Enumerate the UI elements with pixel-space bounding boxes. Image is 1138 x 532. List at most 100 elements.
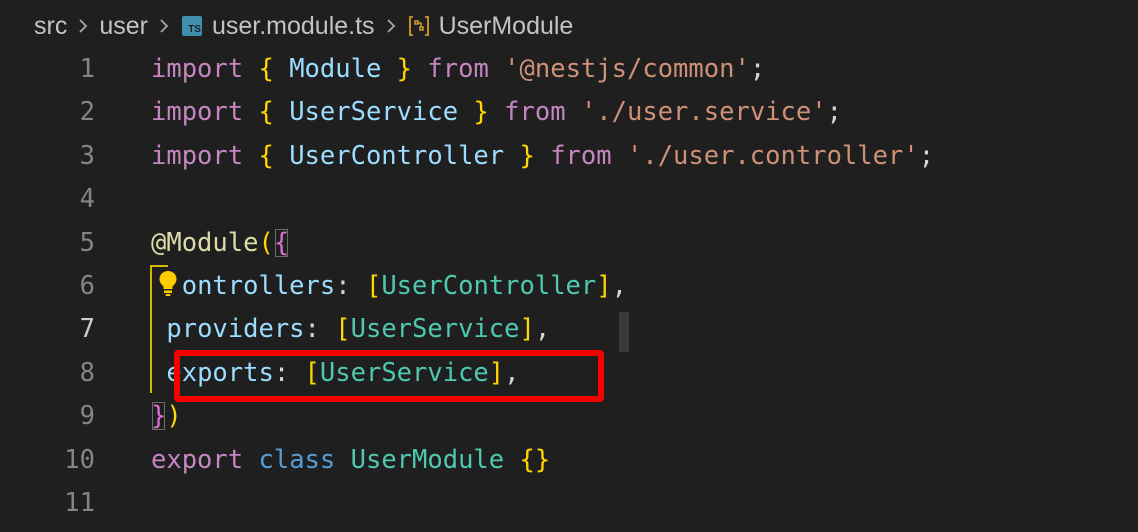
code-token: Module bbox=[273, 54, 397, 84]
code-token: class bbox=[258, 444, 336, 475]
code-token: './user.service' bbox=[580, 97, 827, 128]
code-token: from bbox=[550, 140, 612, 171]
module-symbol-icon bbox=[408, 16, 429, 36]
line-code[interactable]: import { UserController } from './user.c… bbox=[151, 135, 934, 178]
line-number: 10 bbox=[64, 444, 95, 475]
code-line[interactable]: 1 import { Module } from '@nestjs/common'… bbox=[0, 48, 1138, 91]
code-token: UserController bbox=[273, 140, 520, 171]
code-line[interactable]: 5 @Module({ bbox=[0, 222, 1138, 265]
line-number: 5 bbox=[79, 227, 95, 258]
code-token: , bbox=[534, 314, 551, 345]
code-line[interactable]: 4 bbox=[0, 178, 1138, 221]
breadcrumb-item-file[interactable]: TS user.module.ts bbox=[180, 12, 375, 41]
code-token: UserModule bbox=[350, 444, 505, 475]
code-line[interactable]: 10 export class UserModule {} bbox=[0, 439, 1138, 482]
line-number: 3 bbox=[79, 140, 95, 171]
line-number: 1 bbox=[79, 54, 95, 84]
code-token: [ bbox=[365, 271, 382, 301]
code-editor[interactable]: src user TS user.module.ts UserModule 1 … bbox=[0, 0, 1138, 532]
code-token: providers bbox=[166, 314, 305, 345]
code-token: ] bbox=[519, 314, 535, 345]
line-number: 7 bbox=[79, 314, 95, 345]
code-token: { bbox=[258, 54, 274, 84]
breadcrumb-item-src[interactable]: src bbox=[34, 12, 67, 41]
code-token: @Module bbox=[151, 227, 259, 258]
breadcrumb-label: user.module.ts bbox=[211, 11, 375, 40]
code-token: './user.controller' bbox=[626, 140, 919, 171]
breadcrumb-label: UserModule bbox=[438, 11, 574, 40]
line-number: 11 bbox=[64, 488, 95, 518]
breadcrumb-label: src bbox=[34, 11, 68, 40]
breadcrumb-item-symbol[interactable]: UserModule bbox=[407, 11, 574, 41]
code-token: from bbox=[427, 54, 489, 84]
code-token: [ bbox=[335, 314, 351, 345]
code-token: controllers bbox=[166, 271, 336, 301]
code-token: ) bbox=[166, 401, 182, 432]
chevron-right-icon bbox=[160, 19, 169, 33]
line-number: 2 bbox=[79, 97, 95, 128]
code-token: } bbox=[151, 401, 167, 432]
text-cursor bbox=[619, 312, 629, 352]
code-token: UserService bbox=[350, 314, 520, 345]
line-number: 9 bbox=[79, 401, 95, 432]
annotation-highlight-box bbox=[174, 350, 604, 402]
code-line[interactable]: 3 import { UserController } from './user.… bbox=[0, 135, 1138, 178]
line-code[interactable]: @Module({ bbox=[151, 222, 289, 265]
code-token: import bbox=[151, 97, 244, 128]
code-token: { bbox=[258, 97, 274, 128]
code-token: ; bbox=[826, 97, 842, 128]
bracket-pair-guide bbox=[150, 265, 152, 393]
code-token: ] bbox=[596, 271, 612, 301]
breadcrumb-item-user[interactable]: user bbox=[99, 12, 148, 41]
code-token: ( bbox=[258, 227, 274, 258]
typescript-icon-label: TS bbox=[188, 24, 201, 35]
code-token: : bbox=[304, 314, 336, 345]
code-token: ; bbox=[918, 140, 935, 171]
code-line[interactable]: 11 bbox=[0, 482, 1138, 525]
code-token: import bbox=[151, 54, 244, 84]
line-code[interactable]: providers: [UserService], bbox=[151, 308, 550, 351]
code-token: from bbox=[504, 97, 566, 128]
line-code[interactable]: controllers: [UserController], bbox=[151, 265, 627, 308]
bracket-pair-guide-top bbox=[150, 265, 168, 267]
chevron-right-icon bbox=[79, 19, 88, 33]
breadcrumb: src user TS user.module.ts UserModule bbox=[34, 6, 573, 46]
code-token: import bbox=[151, 140, 244, 171]
line-number: 4 bbox=[79, 184, 95, 215]
code-token: {} bbox=[519, 444, 551, 475]
code-token: { bbox=[273, 227, 290, 258]
code-token: UserService bbox=[273, 97, 474, 128]
line-code[interactable]: import { Module } from '@nestjs/common'; bbox=[151, 48, 765, 91]
chevron-right-icon bbox=[386, 19, 395, 33]
code-token: '@nestjs/common' bbox=[504, 54, 750, 84]
lightbulb-icon[interactable] bbox=[155, 268, 181, 298]
line-code[interactable]: export class UserModule {} bbox=[151, 439, 550, 482]
code-token: ; bbox=[749, 54, 766, 84]
code-line[interactable]: 7 providers: [UserService], bbox=[0, 308, 1138, 351]
code-token: : bbox=[335, 271, 366, 301]
line-number: 8 bbox=[79, 357, 95, 388]
line-code[interactable]: import { UserService } from './user.serv… bbox=[151, 91, 842, 134]
code-token: } bbox=[396, 54, 413, 84]
code-token: { bbox=[258, 140, 274, 171]
code-token: , bbox=[611, 271, 627, 301]
code-token: UserController bbox=[381, 271, 597, 301]
code-line[interactable]: 2 import { UserService } from './user.ser… bbox=[0, 91, 1138, 134]
breadcrumb-label: user bbox=[99, 11, 148, 40]
code-token: export bbox=[151, 444, 244, 475]
typescript-file-icon: TS bbox=[181, 16, 202, 36]
